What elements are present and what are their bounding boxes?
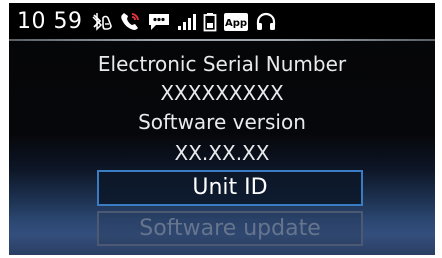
status-bar: 10 59 App [9, 3, 435, 41]
screen: 10 59 App Electronic Serial Number XXXXX… [0, 0, 442, 258]
esn-value: XXXXXXXXX [160, 81, 284, 105]
software-version-value: XX.XX.XX [174, 141, 270, 165]
svg-text:App: App [225, 18, 247, 29]
clock: 10 59 [17, 9, 83, 34]
unit-id-button[interactable]: Unit ID [97, 170, 363, 206]
software-version-label: Software version [138, 110, 306, 134]
message-icon [147, 12, 171, 32]
esn-label: Electronic Serial Number [97, 52, 347, 76]
phone-call-icon [119, 12, 141, 32]
software-update-button[interactable]: Software update [97, 211, 363, 246]
battery-icon [203, 12, 217, 32]
bluetooth-phone-icon [91, 12, 113, 32]
headset-icon [255, 12, 277, 32]
app-icon: App [223, 12, 249, 32]
display-panel: 10 59 App Electronic Serial Number XXXXX… [9, 3, 435, 255]
signal-strength-icon [177, 12, 197, 32]
